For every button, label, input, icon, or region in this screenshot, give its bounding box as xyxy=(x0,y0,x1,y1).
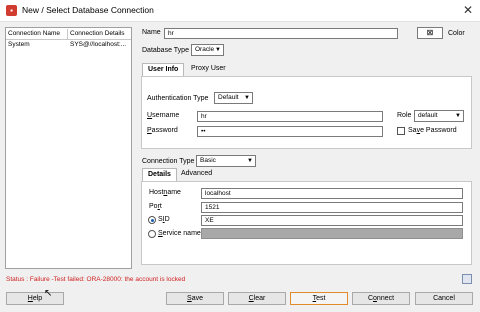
connection-row-details[interactable]: SYS@//localhost:... xyxy=(68,40,131,50)
color-picker-button[interactable]: ⊠ xyxy=(417,27,443,39)
tab-details[interactable]: Details xyxy=(142,168,177,181)
port-input[interactable]: 1521 xyxy=(201,202,463,213)
service-name-label: Service name xyxy=(158,230,201,237)
port-label: Port xyxy=(149,203,162,210)
column-header-connection-name[interactable]: Connection Name xyxy=(6,29,68,39)
authentication-type-value: Default xyxy=(218,94,239,101)
column-header-connection-details[interactable]: Connection Details xyxy=(68,29,131,39)
tab-advanced[interactable]: Advanced xyxy=(176,168,217,181)
password-input[interactable]: •• xyxy=(197,126,383,137)
connection-list[interactable]: Connection Name Connection Details Syste… xyxy=(5,27,132,269)
role-value: default xyxy=(418,112,438,119)
clear-button[interactable]: Clear xyxy=(228,292,286,305)
database-type-label: Database Type xyxy=(142,47,189,54)
close-icon[interactable]: ✕ xyxy=(461,3,475,17)
sid-input[interactable]: XE xyxy=(201,215,463,226)
chevron-down-icon: ▼ xyxy=(247,158,253,164)
test-button[interactable]: Test xyxy=(290,292,348,305)
status-message: Status : Failure -Test failed: ORA-28000… xyxy=(6,276,186,283)
connection-type-label: Connection Type xyxy=(142,158,195,165)
tab-proxy-user[interactable]: Proxy User xyxy=(186,63,231,76)
color-swatch-icon: ⊠ xyxy=(426,28,434,37)
help-button[interactable]: Help xyxy=(6,292,64,305)
tab-user-info[interactable]: User Info xyxy=(142,63,185,76)
copy-icon[interactable] xyxy=(462,274,472,284)
authentication-type-label: Authentication Type xyxy=(147,95,209,102)
chevron-down-icon: ▼ xyxy=(244,95,250,101)
authentication-type-select[interactable]: Default ▼ xyxy=(214,92,253,104)
cancel-button[interactable]: Cancel xyxy=(415,292,473,305)
name-input[interactable]: hr xyxy=(164,28,398,39)
save-password-label: Save Password xyxy=(408,127,457,134)
password-label: Password xyxy=(147,127,178,134)
service-name-input xyxy=(201,228,463,239)
color-label: Color xyxy=(448,30,465,37)
database-icon: ▪ xyxy=(6,5,17,16)
hostname-input[interactable]: localhost xyxy=(201,188,463,199)
connection-type-select[interactable]: Basic ▼ xyxy=(196,155,256,167)
hostname-label: Hostname xyxy=(149,189,181,196)
sid-label: SID xyxy=(158,216,170,223)
role-select[interactable]: default ▼ xyxy=(414,110,464,122)
connect-button[interactable]: Connect xyxy=(352,292,410,305)
database-type-value: Oracle xyxy=(195,46,215,53)
mouse-cursor-icon: ↖ xyxy=(44,288,53,299)
window-title: New / Select Database Connection xyxy=(22,5,154,15)
save-password-checkbox[interactable] xyxy=(397,127,405,135)
role-label: Role xyxy=(397,112,412,119)
database-type-select[interactable]: Oracle ▼ xyxy=(191,44,224,56)
save-button[interactable]: Save xyxy=(166,292,224,305)
sid-radio[interactable] xyxy=(148,216,156,224)
connection-type-value: Basic xyxy=(200,157,216,164)
chevron-down-icon: ▼ xyxy=(215,47,221,53)
name-label: Name xyxy=(142,29,161,36)
username-label: Username xyxy=(147,112,180,119)
username-input[interactable]: hr xyxy=(197,111,383,122)
connection-row-name[interactable]: System xyxy=(6,40,68,50)
service-name-radio[interactable] xyxy=(148,230,156,238)
chevron-down-icon: ▼ xyxy=(455,113,461,119)
